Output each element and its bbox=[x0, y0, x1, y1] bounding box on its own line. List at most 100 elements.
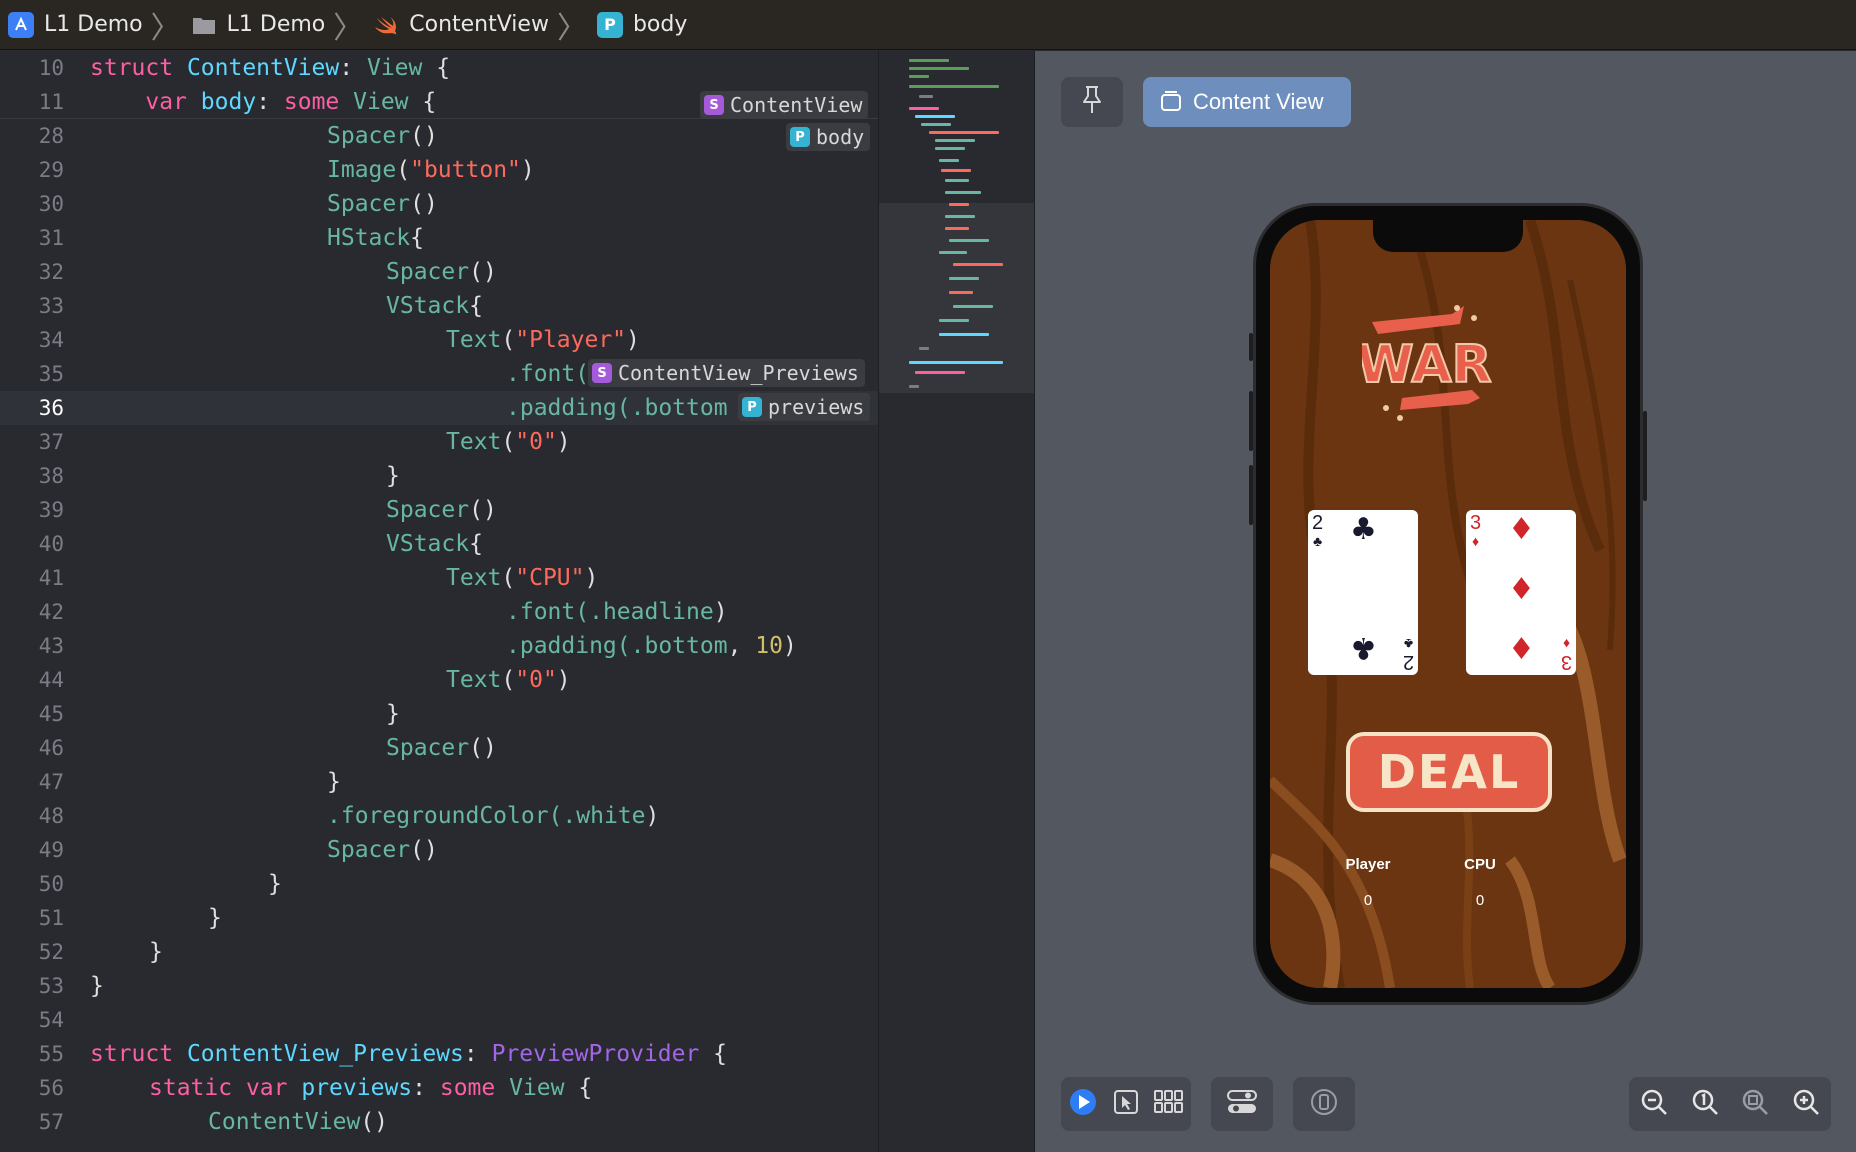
minimap-line bbox=[945, 215, 975, 218]
folder-icon bbox=[191, 12, 217, 38]
code-line[interactable]: 10 struct ContentView: View { bbox=[0, 51, 878, 85]
code-line[interactable]: 33 VStack{ bbox=[0, 289, 878, 323]
code-line[interactable]: 56 static var previews: some View { bbox=[0, 1071, 878, 1105]
code-line[interactable]: 32 Spacer() bbox=[0, 255, 878, 289]
app-screen[interactable]: WAR 2 ♣ ♣ ♣ 2 ♣ 3 ♦ ♦ ♦ ♦ 3 ♦ DEAL Playe… bbox=[1270, 220, 1626, 988]
line-number: 55 bbox=[38, 1042, 64, 1066]
minimap-line bbox=[939, 251, 967, 254]
select-icon[interactable] bbox=[1113, 1089, 1139, 1119]
chevron-right-icon: 〉 bbox=[150, 10, 181, 46]
diamond-suit-icon: ♦ bbox=[1508, 512, 1535, 547]
zoom-out-icon[interactable] bbox=[1640, 1088, 1668, 1120]
card-corner-top: 2 ♣ bbox=[1312, 512, 1324, 549]
scope-pill-previews[interactable]: P previews bbox=[738, 393, 871, 421]
code-line[interactable]: 55 struct ContentView_Previews: PreviewP… bbox=[0, 1037, 878, 1071]
code-text: Image("button") bbox=[327, 157, 535, 183]
code-text: Spacer() bbox=[386, 259, 497, 285]
breadcrumb-item-file[interactable]: ContentView bbox=[373, 0, 549, 50]
scope-pill-body[interactable]: P body bbox=[786, 123, 871, 151]
code-line[interactable]: 28 Spacer() bbox=[0, 119, 878, 153]
scope-pill-contentview[interactable]: S ContentView bbox=[700, 91, 869, 119]
code-line[interactable]: 37 Text("0") bbox=[0, 425, 878, 459]
minimap-line bbox=[953, 263, 1003, 266]
code-text: } bbox=[386, 463, 400, 489]
content-view-label: Content View bbox=[1193, 89, 1324, 114]
code-line[interactable]: 30 Spacer() bbox=[0, 187, 878, 221]
code-text: } bbox=[386, 701, 400, 727]
code-text: struct ContentView_Previews: PreviewProv… bbox=[90, 1041, 728, 1067]
minimap-line bbox=[915, 115, 955, 118]
device-frame: WAR 2 ♣ ♣ ♣ 2 ♣ 3 ♦ ♦ ♦ ♦ 3 ♦ DEAL Playe… bbox=[1253, 203, 1643, 1005]
cpu-label: CPU bbox=[1464, 856, 1496, 873]
svg-text:WAR: WAR bbox=[1362, 335, 1492, 395]
grid-variants-icon[interactable] bbox=[1153, 1090, 1184, 1118]
code-line[interactable]: 45 } bbox=[0, 697, 878, 731]
deal-button[interactable]: DEAL bbox=[1346, 732, 1552, 812]
line-number: 43 bbox=[38, 634, 64, 658]
zoom-to-fit-icon[interactable] bbox=[1741, 1088, 1769, 1120]
code-line[interactable]: 49 Spacer() bbox=[0, 833, 878, 867]
code-line[interactable]: 46 Spacer() bbox=[0, 731, 878, 765]
war-logo: WAR bbox=[1362, 305, 1492, 421]
code-line[interactable]: 50 } bbox=[0, 867, 878, 901]
line-number: 42 bbox=[38, 600, 64, 624]
minimap-line bbox=[909, 67, 969, 70]
minimap-viewport[interactable] bbox=[879, 203, 1035, 393]
code-line[interactable]: 48 .foregroundColor(.white) bbox=[0, 799, 878, 833]
code-line[interactable]: 57 ContentView() bbox=[0, 1105, 878, 1139]
code-text: .padding(.bottom, 10) bbox=[506, 633, 797, 659]
preview-canvas[interactable]: Content View WAR 2 ♣ ♣ ♣ 2 ♣ 3 ♦ ♦ ♦ ♦ 3… bbox=[1034, 51, 1856, 1152]
code-line[interactable]: 54 bbox=[0, 1003, 878, 1037]
code-line[interactable]: 40 VStack{ bbox=[0, 527, 878, 561]
device-settings-control bbox=[1211, 1077, 1273, 1131]
code-editor[interactable]: 10 struct ContentView: View { 11 var bod… bbox=[0, 51, 878, 1152]
code-line[interactable]: 44 Text("0") bbox=[0, 663, 878, 697]
minimap-line bbox=[919, 95, 933, 98]
struct-badge-icon: S bbox=[704, 95, 724, 115]
code-text: } bbox=[90, 973, 104, 999]
content-view-preview-button[interactable]: Content View bbox=[1143, 77, 1351, 127]
scope-pill-label: body bbox=[816, 125, 865, 149]
code-line[interactable]: 42 .font(.headline) bbox=[0, 595, 878, 629]
device-settings-icon[interactable] bbox=[1227, 1089, 1257, 1119]
live-preview-icon[interactable] bbox=[1068, 1087, 1098, 1121]
device-icon[interactable] bbox=[1310, 1088, 1338, 1120]
breadcrumb-item-project[interactable]: L1 Demo bbox=[8, 0, 143, 50]
code-line[interactable]: 29 Image("button") bbox=[0, 153, 878, 187]
code-text: } bbox=[208, 905, 222, 931]
line-number: 40 bbox=[38, 532, 64, 556]
card-corner-bottom: 3 ♦ bbox=[1560, 636, 1572, 673]
code-line[interactable]: 52 } bbox=[0, 935, 878, 969]
code-line[interactable]: 31 HStack{ bbox=[0, 221, 878, 255]
actual-size-icon[interactable] bbox=[1691, 1088, 1719, 1120]
struct-badge-icon: S bbox=[592, 363, 612, 383]
minimap[interactable] bbox=[878, 51, 1035, 1152]
code-line[interactable]: 39 Spacer() bbox=[0, 493, 878, 527]
code-text: .foregroundColor(.white) bbox=[327, 803, 660, 829]
property-badge-icon: P bbox=[742, 397, 762, 417]
zoom-in-icon[interactable] bbox=[1792, 1088, 1820, 1120]
preview-variant-icon bbox=[1159, 88, 1183, 117]
zoom-controls bbox=[1629, 1077, 1831, 1131]
breadcrumb-item-symbol[interactable]: P body bbox=[596, 0, 687, 50]
line-number: 28 bbox=[38, 124, 64, 148]
breadcrumb-label: L1 Demo bbox=[44, 12, 143, 37]
minimap-line bbox=[949, 291, 973, 294]
line-number: 30 bbox=[38, 192, 64, 216]
swift-file-icon bbox=[373, 12, 399, 38]
scope-pill-contentview-previews[interactable]: S ContentView_Previews bbox=[588, 359, 865, 387]
code-line[interactable]: 51 } bbox=[0, 901, 878, 935]
card-corner-bottom: 2 ♣ bbox=[1402, 636, 1414, 673]
code-line[interactable]: 53 } bbox=[0, 969, 878, 1003]
code-line[interactable]: 47 } bbox=[0, 765, 878, 799]
code-line[interactable]: 38 } bbox=[0, 459, 878, 493]
code-line[interactable]: 34 Text("Player") bbox=[0, 323, 878, 357]
breadcrumb-item-folder[interactable]: L1 Demo bbox=[191, 0, 325, 50]
pin-button[interactable] bbox=[1061, 77, 1123, 127]
minimap-line bbox=[909, 385, 919, 388]
line-number: 36 bbox=[38, 396, 64, 420]
code-line[interactable]: 43 .padding(.bottom, 10) bbox=[0, 629, 878, 663]
code-line[interactable]: 41 Text("CPU") bbox=[0, 561, 878, 595]
code-text: HStack{ bbox=[327, 225, 424, 251]
code-text: struct ContentView: View { bbox=[90, 55, 451, 81]
